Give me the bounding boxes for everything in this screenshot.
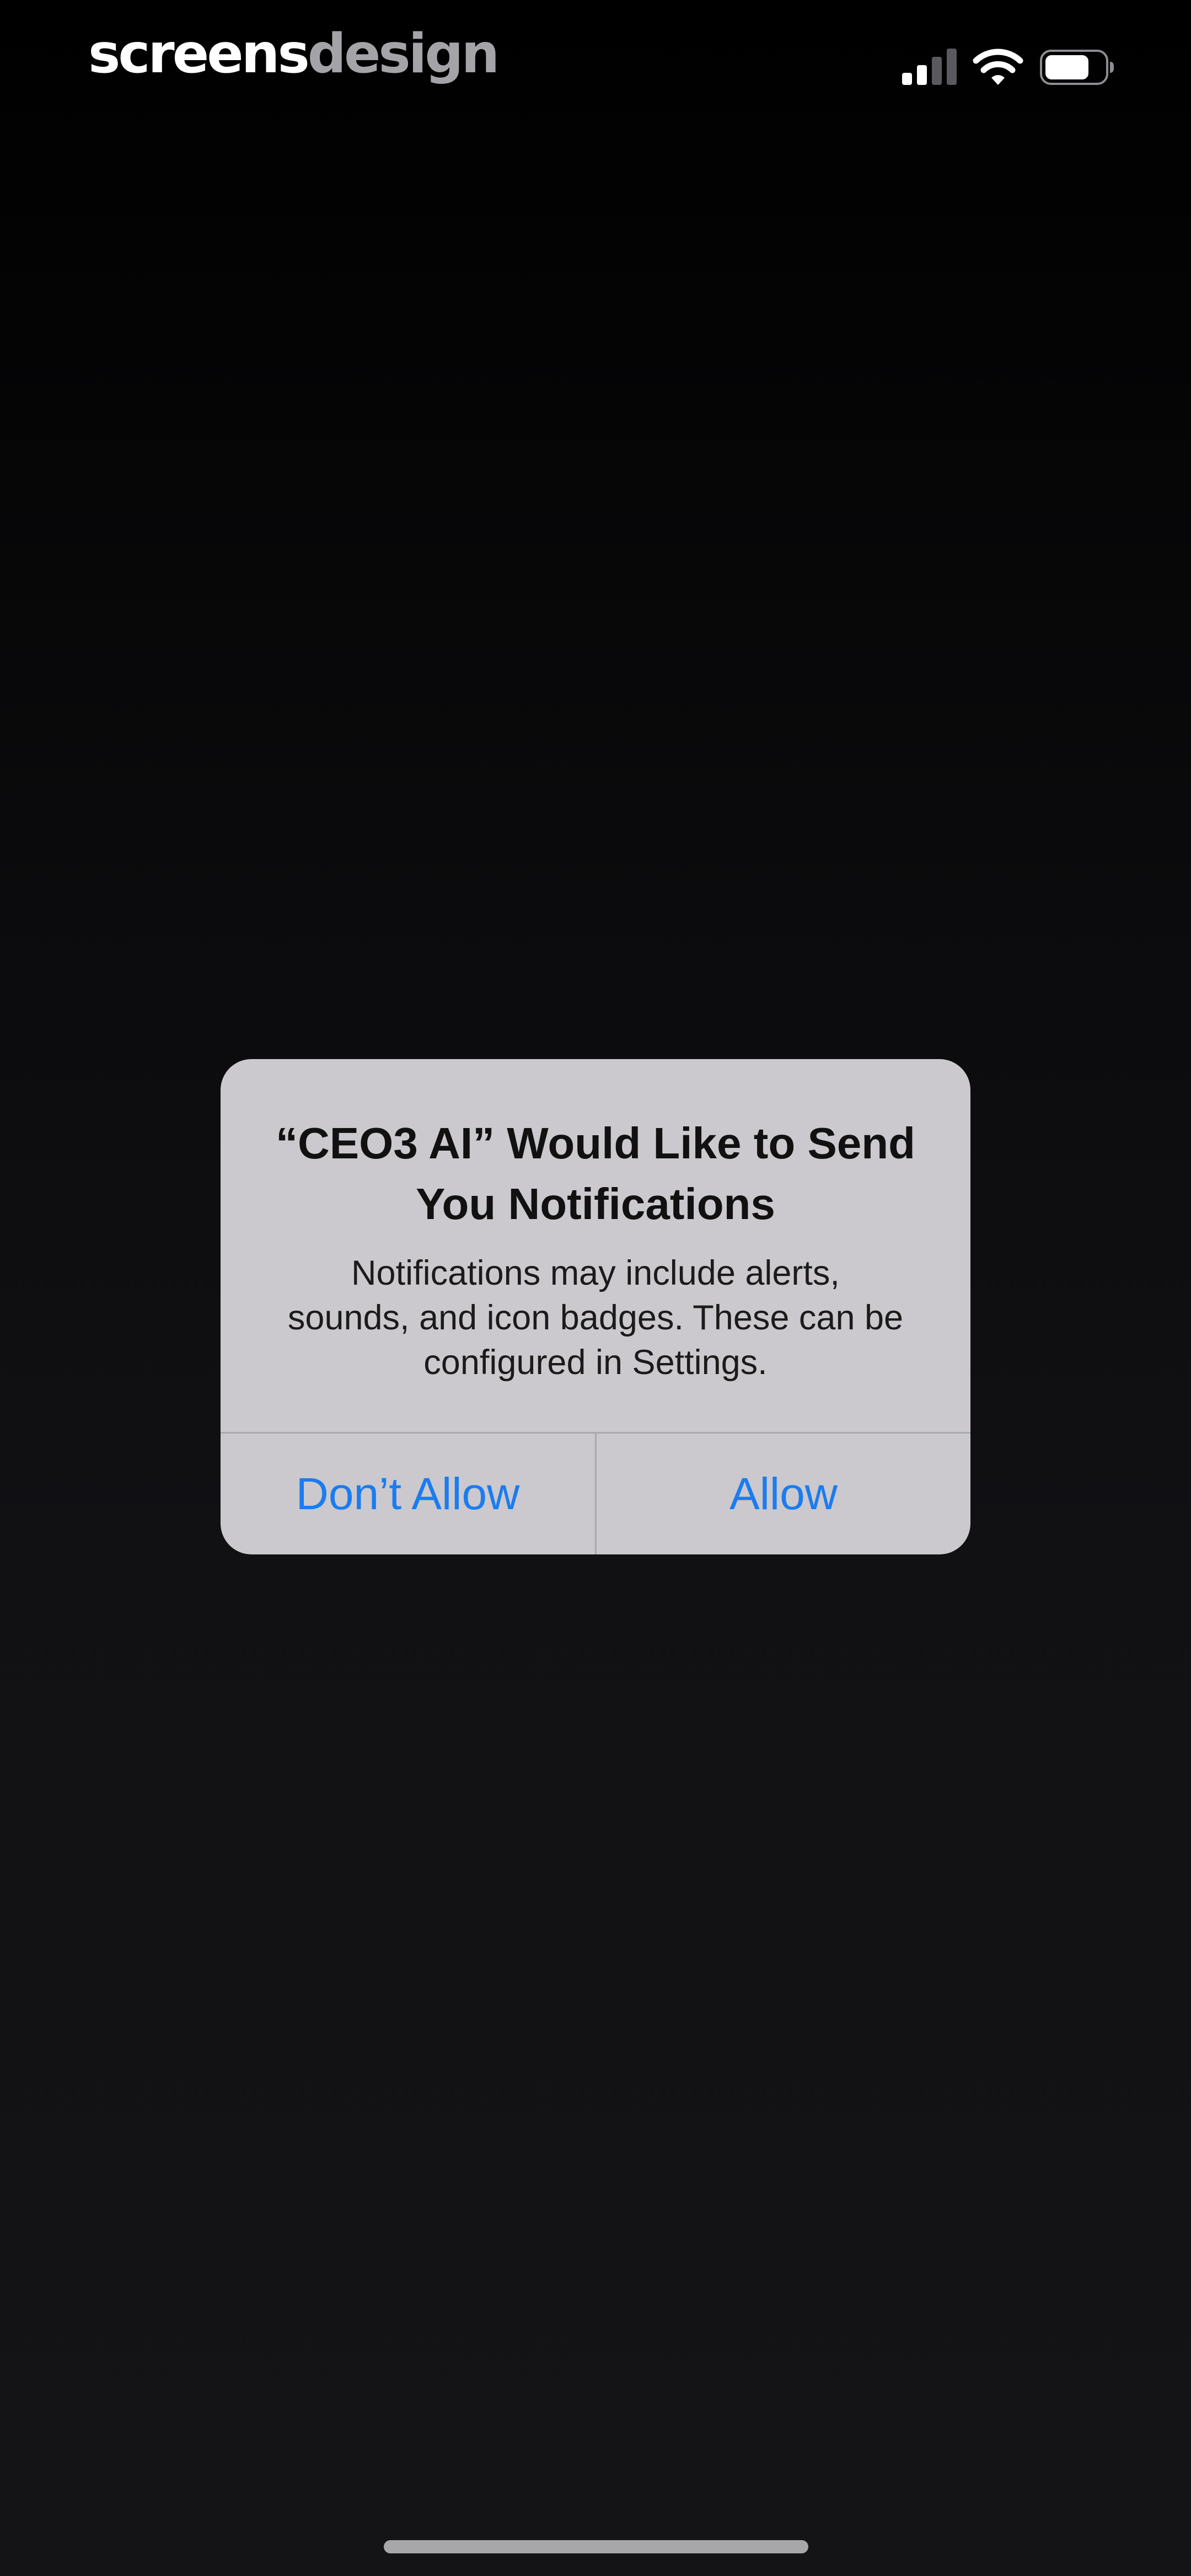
alert-message: Notifications may include alerts, sounds… [287,1254,904,1382]
home-indicator[interactable] [384,2540,808,2553]
logo-part-design: design [307,23,500,85]
status-bar: screensdesign [0,0,1191,116]
battery-icon [1040,50,1114,85]
dont-allow-button[interactable]: Don’t Allow [221,1434,595,1554]
allow-button[interactable]: Allow [597,1434,970,1554]
notification-permission-alert: “CEO3 AI” Would Like to Send You Notific… [221,1059,970,1554]
screensdesign-logo: screensdesign [88,21,500,87]
logo-part-screens: screens [88,23,310,85]
alert-title: “CEO3 AI” Would Like to Send You Notific… [275,1119,916,1228]
cellular-signal-icon [902,49,957,85]
alert-content: “CEO3 AI” Would Like to Send You Notific… [221,1059,970,1432]
wifi-icon [973,49,1023,85]
